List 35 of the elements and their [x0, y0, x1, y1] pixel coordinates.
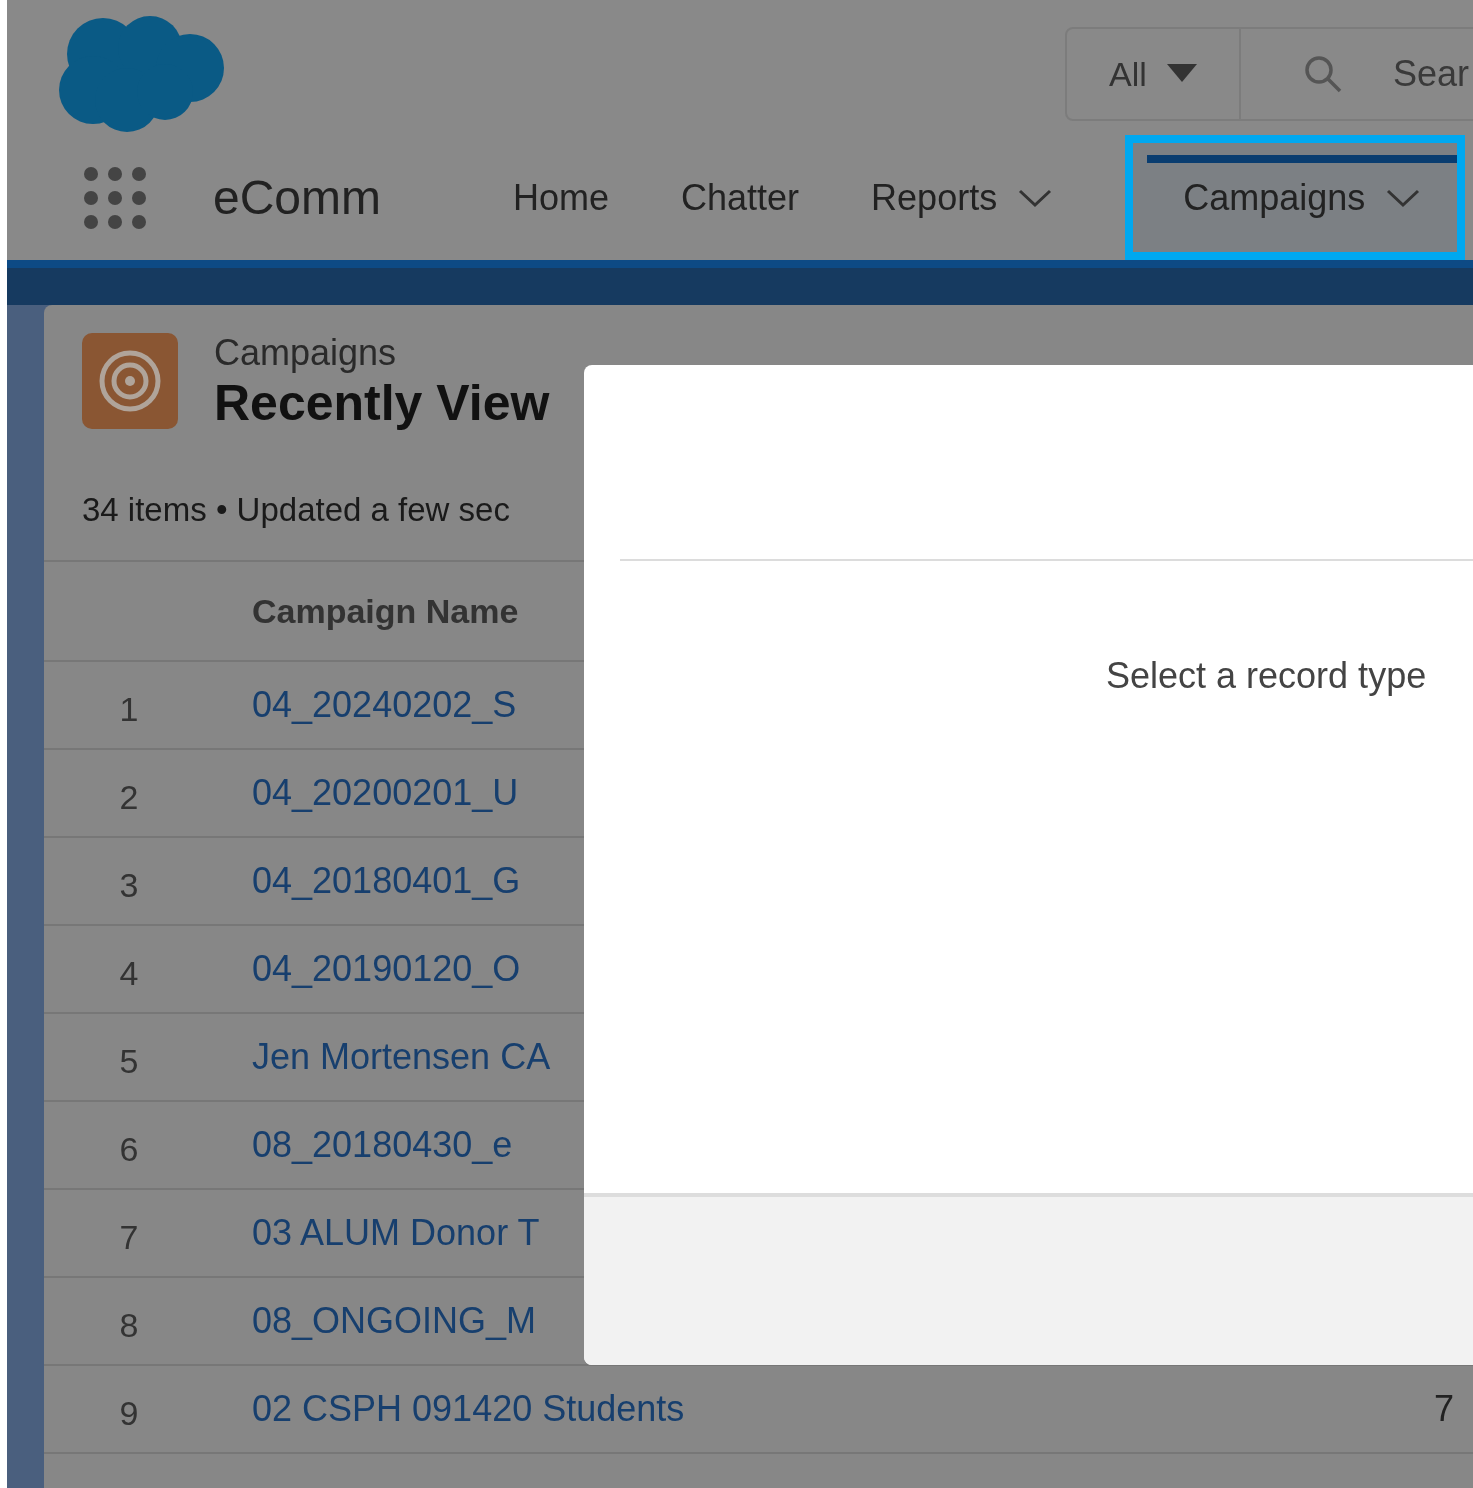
row-number: 4: [118, 952, 140, 994]
row-number: 9: [118, 1392, 140, 1434]
search-field[interactable]: Sear: [1393, 47, 1473, 101]
row-number: 6: [118, 1128, 140, 1170]
nav-tab[interactable]: Reports: [871, 135, 1126, 260]
list-summary: 34 items • Updated a few sec: [82, 490, 510, 531]
campaign-link[interactable]: 08_20180430_e: [252, 1118, 513, 1172]
row-number: 1: [118, 688, 140, 730]
modal-prompt: Select a record type: [1106, 655, 1427, 696]
app-name: eComm: [213, 169, 383, 226]
row-number: 5: [118, 1040, 140, 1082]
table-cell-text: 7: [1434, 1387, 1455, 1431]
app-launcher-icon[interactable]: [83, 165, 147, 230]
campaign-link[interactable]: 08_ONGOING_M: [252, 1294, 537, 1348]
search-scope-dropdown[interactable]: All: [1067, 29, 1241, 119]
row-number: 2: [118, 776, 140, 818]
row-number: 8: [118, 1304, 140, 1346]
nav-tab[interactable]: Campaigns: [1125, 135, 1466, 260]
caret-down-icon: [1166, 64, 1197, 84]
list-view-title: Recently View: [214, 374, 550, 433]
campaign-link[interactable]: 03 ALUM Donor T: [252, 1206, 540, 1260]
campaign-link[interactable]: 02 CSPH 091420 Students: [252, 1382, 685, 1436]
campaign-link[interactable]: 04_20190120_O: [252, 942, 521, 996]
campaign-link[interactable]: 04_20200201_U: [252, 766, 519, 820]
campaign-link[interactable]: Jen Mortensen CA: [252, 1030, 551, 1084]
nav-tab[interactable]: Home: [513, 135, 682, 260]
search-icon: [1303, 54, 1343, 94]
object-label: Campaigns: [214, 333, 398, 373]
column-header[interactable]: Campaign Name: [252, 585, 519, 637]
campaign-link[interactable]: 04_20240202_S: [252, 678, 517, 732]
nav-tab[interactable]: Chatter: [681, 135, 872, 260]
target-icon: [82, 333, 178, 429]
row-number: 7: [118, 1216, 140, 1258]
row-number: 3: [118, 864, 140, 906]
campaign-link[interactable]: 04_20180401_G: [252, 854, 521, 908]
